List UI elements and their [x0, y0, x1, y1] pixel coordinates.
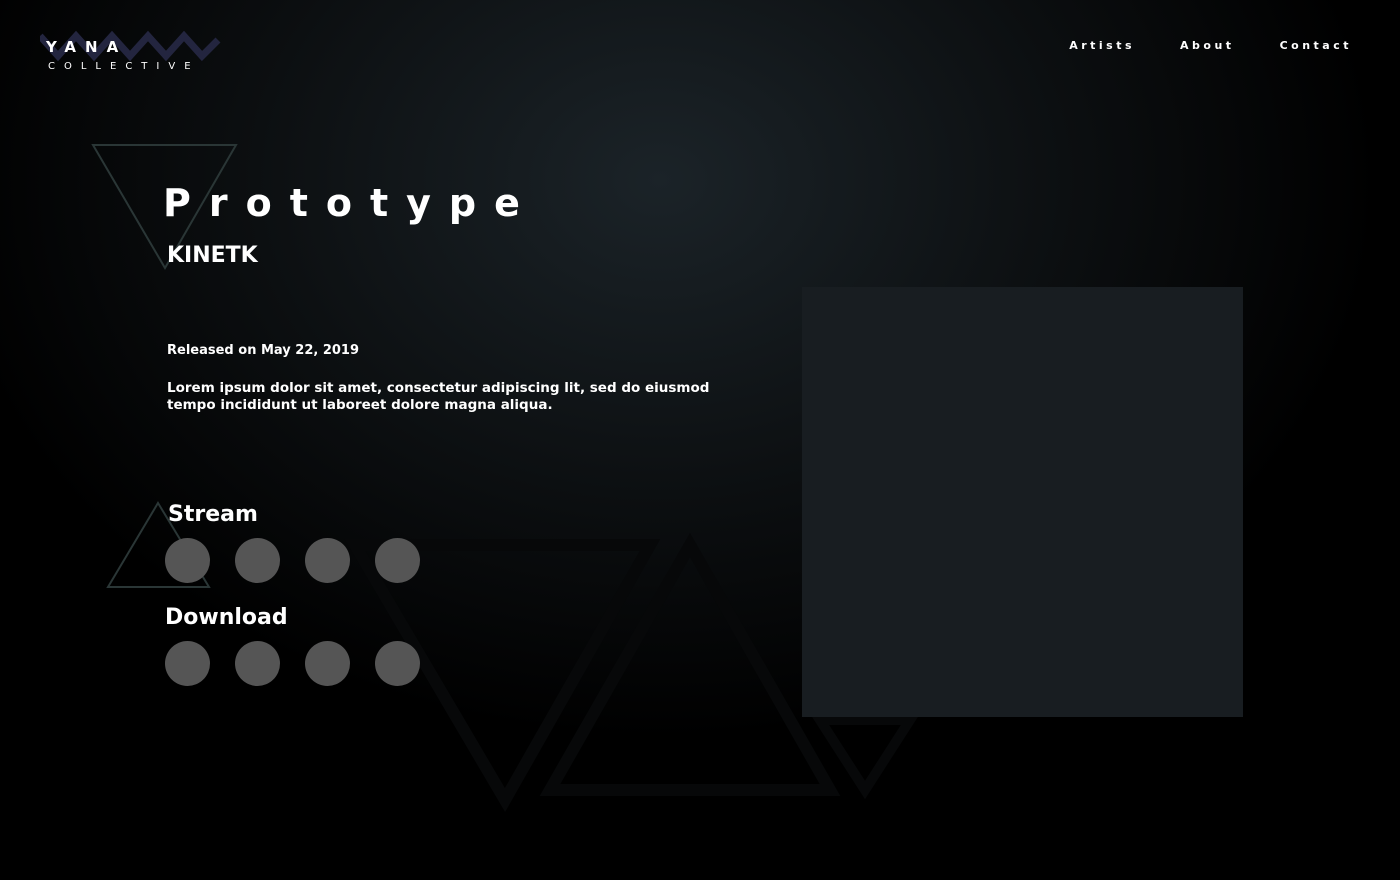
logo-subtitle: COLLECTIVE [48, 61, 200, 72]
stream-service-1-icon[interactable] [165, 538, 210, 583]
release-title: Prototype [163, 181, 538, 225]
nav-contact[interactable]: Contact [1280, 39, 1352, 52]
stream-links [165, 538, 445, 583]
download-service-1-icon[interactable] [165, 641, 210, 686]
logo-wordmark: YANA [46, 38, 128, 56]
page: YANA COLLECTIVE Artists About Contact Pr… [0, 0, 1400, 880]
stream-service-3-icon[interactable] [305, 538, 350, 583]
download-service-2-icon[interactable] [235, 641, 280, 686]
artist-name: KINETK [167, 243, 258, 268]
stream-service-2-icon[interactable] [235, 538, 280, 583]
album-cover [802, 287, 1243, 717]
main-nav: Artists About Contact [1024, 39, 1352, 52]
nav-artists[interactable]: Artists [1069, 39, 1135, 52]
release-description: Lorem ipsum dolor sit amet, consectetur … [167, 380, 710, 413]
dark-triangle-down-small [810, 715, 920, 800]
dark-triangle-up [539, 532, 841, 796]
stream-heading: Stream [168, 502, 258, 527]
nav-about[interactable]: About [1180, 39, 1235, 52]
download-heading: Download [165, 605, 288, 630]
download-links [165, 641, 445, 686]
logo[interactable]: YANA COLLECTIVE [40, 28, 230, 78]
download-service-3-icon[interactable] [305, 641, 350, 686]
download-service-4-icon[interactable] [375, 641, 420, 686]
stream-service-4-icon[interactable] [375, 538, 420, 583]
release-date: Released on May 22, 2019 [167, 343, 360, 358]
